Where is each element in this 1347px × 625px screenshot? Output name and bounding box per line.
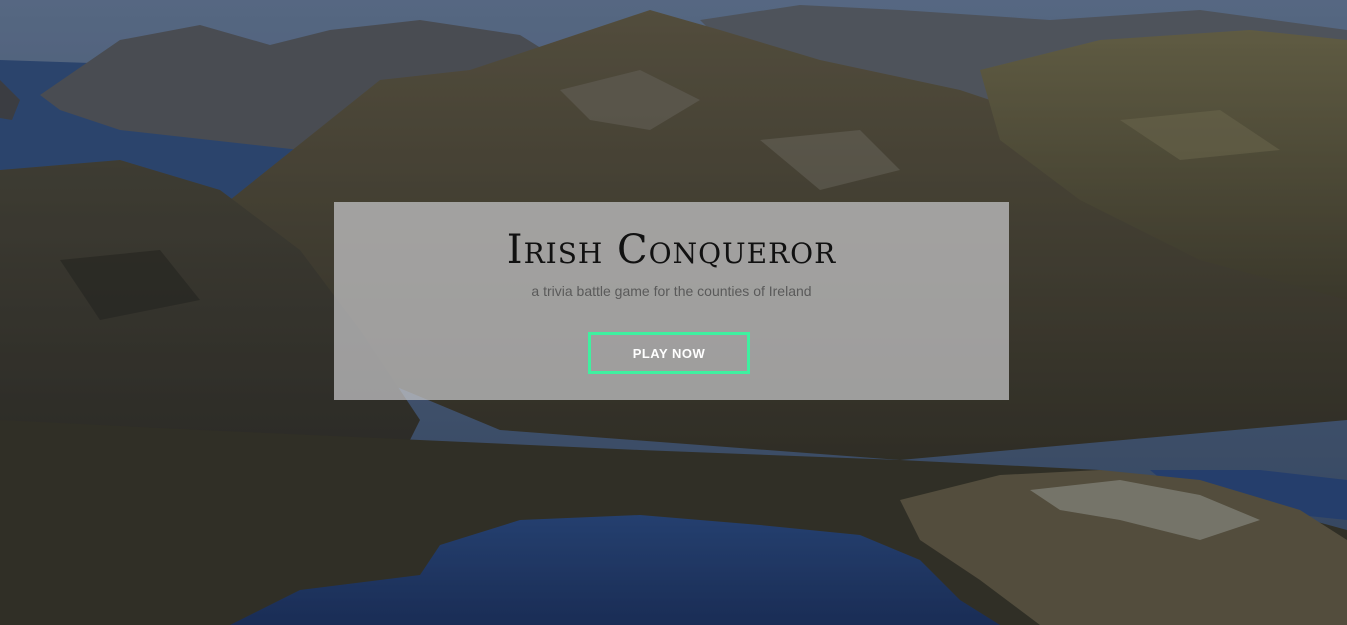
hero-section: Irish Conqueror a trivia battle game for…: [0, 0, 1347, 625]
game-title: Irish Conqueror: [506, 227, 837, 273]
play-now-button[interactable]: PLAY NOW: [588, 332, 750, 374]
game-subtitle: a trivia battle game for the counties of…: [531, 283, 812, 299]
intro-panel: Irish Conqueror a trivia battle game for…: [334, 202, 1009, 400]
